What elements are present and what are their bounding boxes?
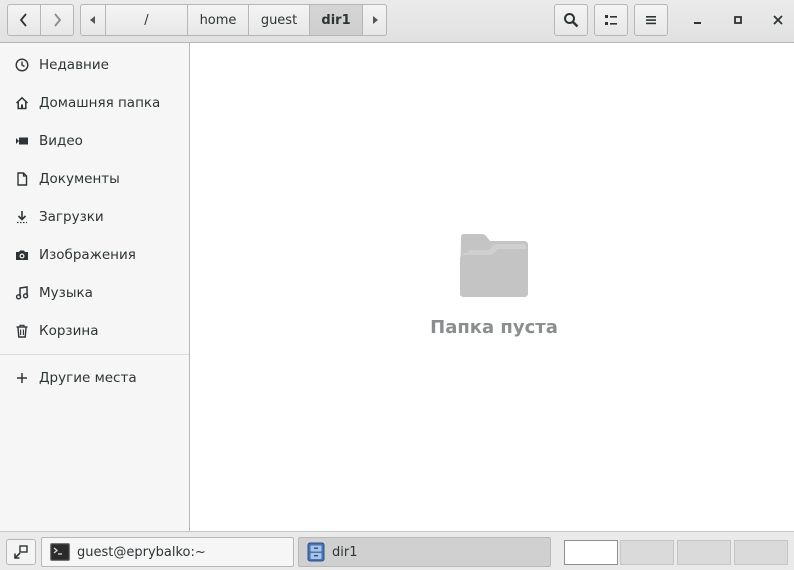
hamburger-icon <box>646 16 656 25</box>
taskbar-item-files[interactable]: dir1 <box>298 537 551 567</box>
sidebar-item-label: Домашняя папка <box>39 95 161 111</box>
back-button[interactable] <box>7 4 41 36</box>
path-segment-guest[interactable]: guest <box>249 4 310 36</box>
maximize-icon <box>734 16 742 24</box>
clock-icon <box>14 57 30 73</box>
sidebar-item-label: Музыка <box>39 285 93 301</box>
show-desktop-button[interactable] <box>6 539 36 565</box>
search-button[interactable] <box>554 4 588 36</box>
bottom-panel: guest@eprybalko:~ dir1 <box>0 531 794 570</box>
music-icon <box>14 285 30 301</box>
path-segment-root[interactable]: / <box>106 4 188 36</box>
sidebar-item-label: Документы <box>39 171 120 187</box>
empty-folder-label: Папка пуста <box>430 317 558 338</box>
sidebar-item-recent[interactable]: Недавние <box>0 47 189 83</box>
triangle-left-icon <box>90 16 95 24</box>
view-mode-button[interactable] <box>594 4 628 36</box>
show-desktop-icon <box>14 545 28 559</box>
sidebar-item-label: Изображения <box>39 247 136 263</box>
taskbar-item-label: dir1 <box>332 544 358 560</box>
close-icon <box>773 15 783 25</box>
plus-icon <box>14 370 30 386</box>
file-manager-icon <box>307 542 325 562</box>
list-view-icon <box>605 15 617 25</box>
camera-icon <box>14 247 30 263</box>
sidebar-item-other-locations[interactable]: Другие места <box>0 360 189 396</box>
chevron-left-icon <box>19 13 27 27</box>
document-icon <box>14 171 30 187</box>
minimize-button[interactable] <box>687 9 709 31</box>
sidebar-item-label: Загрузки <box>39 209 104 225</box>
sidebar-item-pictures[interactable]: Изображения <box>0 237 189 273</box>
path-scroll-right-button[interactable] <box>363 4 387 36</box>
maximize-button[interactable] <box>727 9 749 31</box>
sidebar-item-downloads[interactable]: Загрузки <box>0 199 189 235</box>
path-segment-dir1[interactable]: dir1 <box>310 4 363 36</box>
forward-button[interactable] <box>40 4 74 36</box>
trash-icon <box>14 323 30 339</box>
file-view[interactable]: Папка пуста <box>190 43 794 531</box>
workspace-2[interactable] <box>620 540 674 565</box>
sidebar-separator <box>0 354 189 355</box>
sidebar-item-documents[interactable]: Документы <box>0 161 189 197</box>
path-segment-home[interactable]: home <box>188 4 249 36</box>
video-icon <box>14 133 30 149</box>
menu-button[interactable] <box>634 4 668 36</box>
path-scroll-left-button[interactable] <box>80 4 106 36</box>
download-icon <box>14 209 30 225</box>
terminal-icon <box>50 543 70 561</box>
folder-icon <box>460 234 528 297</box>
sidebar-item-trash[interactable]: Корзина <box>0 313 189 349</box>
workspace-4[interactable] <box>734 540 788 565</box>
search-icon <box>564 13 579 28</box>
taskbar-item-terminal[interactable]: guest@eprybalko:~ <box>41 537 294 567</box>
sidebar-item-home[interactable]: Домашняя папка <box>0 85 189 121</box>
header-bar: / home guest dir1 <box>0 0 794 43</box>
triangle-right-icon <box>372 16 378 24</box>
sidebar-item-label: Корзина <box>39 323 99 339</box>
navigation-buttons <box>7 4 74 36</box>
sidebar-item-music[interactable]: Музыка <box>0 275 189 311</box>
sidebar-item-videos[interactable]: Видео <box>0 123 189 159</box>
close-button[interactable] <box>767 9 789 31</box>
workspace-1[interactable] <box>564 540 618 565</box>
chevron-right-icon <box>54 13 62 27</box>
minimize-icon <box>694 22 701 24</box>
sidebar-item-label: Недавние <box>39 57 109 73</box>
workspace-3[interactable] <box>677 540 731 565</box>
sidebar-item-label: Видео <box>39 133 83 149</box>
places-sidebar: Недавние Домашняя папка Видео Документы … <box>0 43 190 531</box>
path-bar: / home guest dir1 <box>80 4 387 36</box>
taskbar-item-label: guest@eprybalko:~ <box>77 544 206 560</box>
sidebar-item-label: Другие места <box>39 370 137 386</box>
home-icon <box>14 95 30 111</box>
